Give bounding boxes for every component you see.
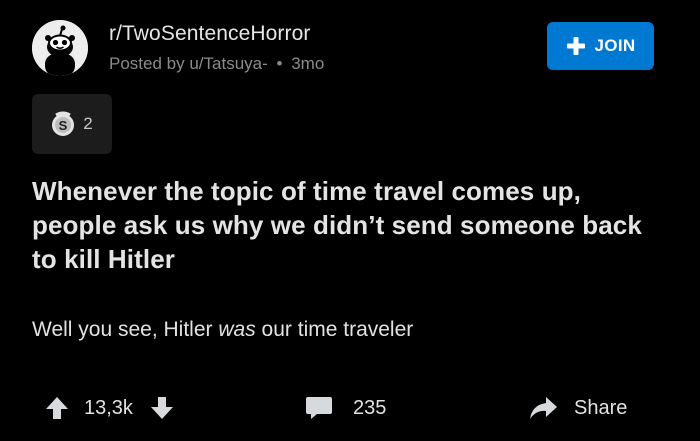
award-count: 2 [83, 114, 93, 133]
subreddit-avatar[interactable] [32, 20, 88, 76]
share-label: Share [574, 396, 628, 419]
comment-count: 235 [353, 396, 387, 419]
upvote-button[interactable] [44, 395, 70, 421]
join-button[interactable]: JOIN [547, 22, 654, 70]
join-label: JOIN [594, 36, 636, 55]
share-button[interactable]: Share [528, 388, 627, 428]
share-arrow-icon [530, 397, 557, 419]
silver-award-icon: S [52, 111, 75, 136]
svg-text:S: S [59, 118, 68, 133]
posted-by-prefix: Posted by [109, 54, 185, 73]
plus-icon [566, 37, 585, 55]
body-text-before: Well you see, Hitler [32, 318, 219, 341]
comment-bubble-icon [306, 397, 332, 419]
body-text-after: our time traveler [255, 318, 414, 341]
vote-group: 13,3k [44, 388, 175, 428]
downvote-button[interactable] [149, 395, 175, 421]
post-title[interactable]: Whenever the topic of time travel comes … [32, 174, 672, 276]
meta-separator: • [276, 54, 283, 73]
post-body: Well you see, Hitler was our time travel… [32, 316, 672, 344]
upvote-arrow-icon [46, 397, 68, 419]
downvote-arrow-icon [150, 397, 173, 419]
post-meta: Posted by u/Tatsuya- • 3mo [109, 54, 324, 74]
snoo-icon [32, 20, 88, 76]
body-text-emphasis: was [218, 318, 256, 341]
subreddit-name[interactable]: r/TwoSentenceHorror [109, 22, 310, 46]
post-card: r/TwoSentenceHorror Posted by u/Tatsuya-… [0, 0, 700, 441]
author-link[interactable]: u/Tatsuya- [189, 54, 267, 73]
vote-score: 13,3k [84, 396, 133, 419]
post-age: 3mo [291, 54, 325, 73]
award-chip[interactable]: S 2 [32, 94, 112, 154]
action-bar: 13,3k 235 Share [0, 388, 700, 428]
comments-button[interactable]: 235 [305, 388, 386, 428]
